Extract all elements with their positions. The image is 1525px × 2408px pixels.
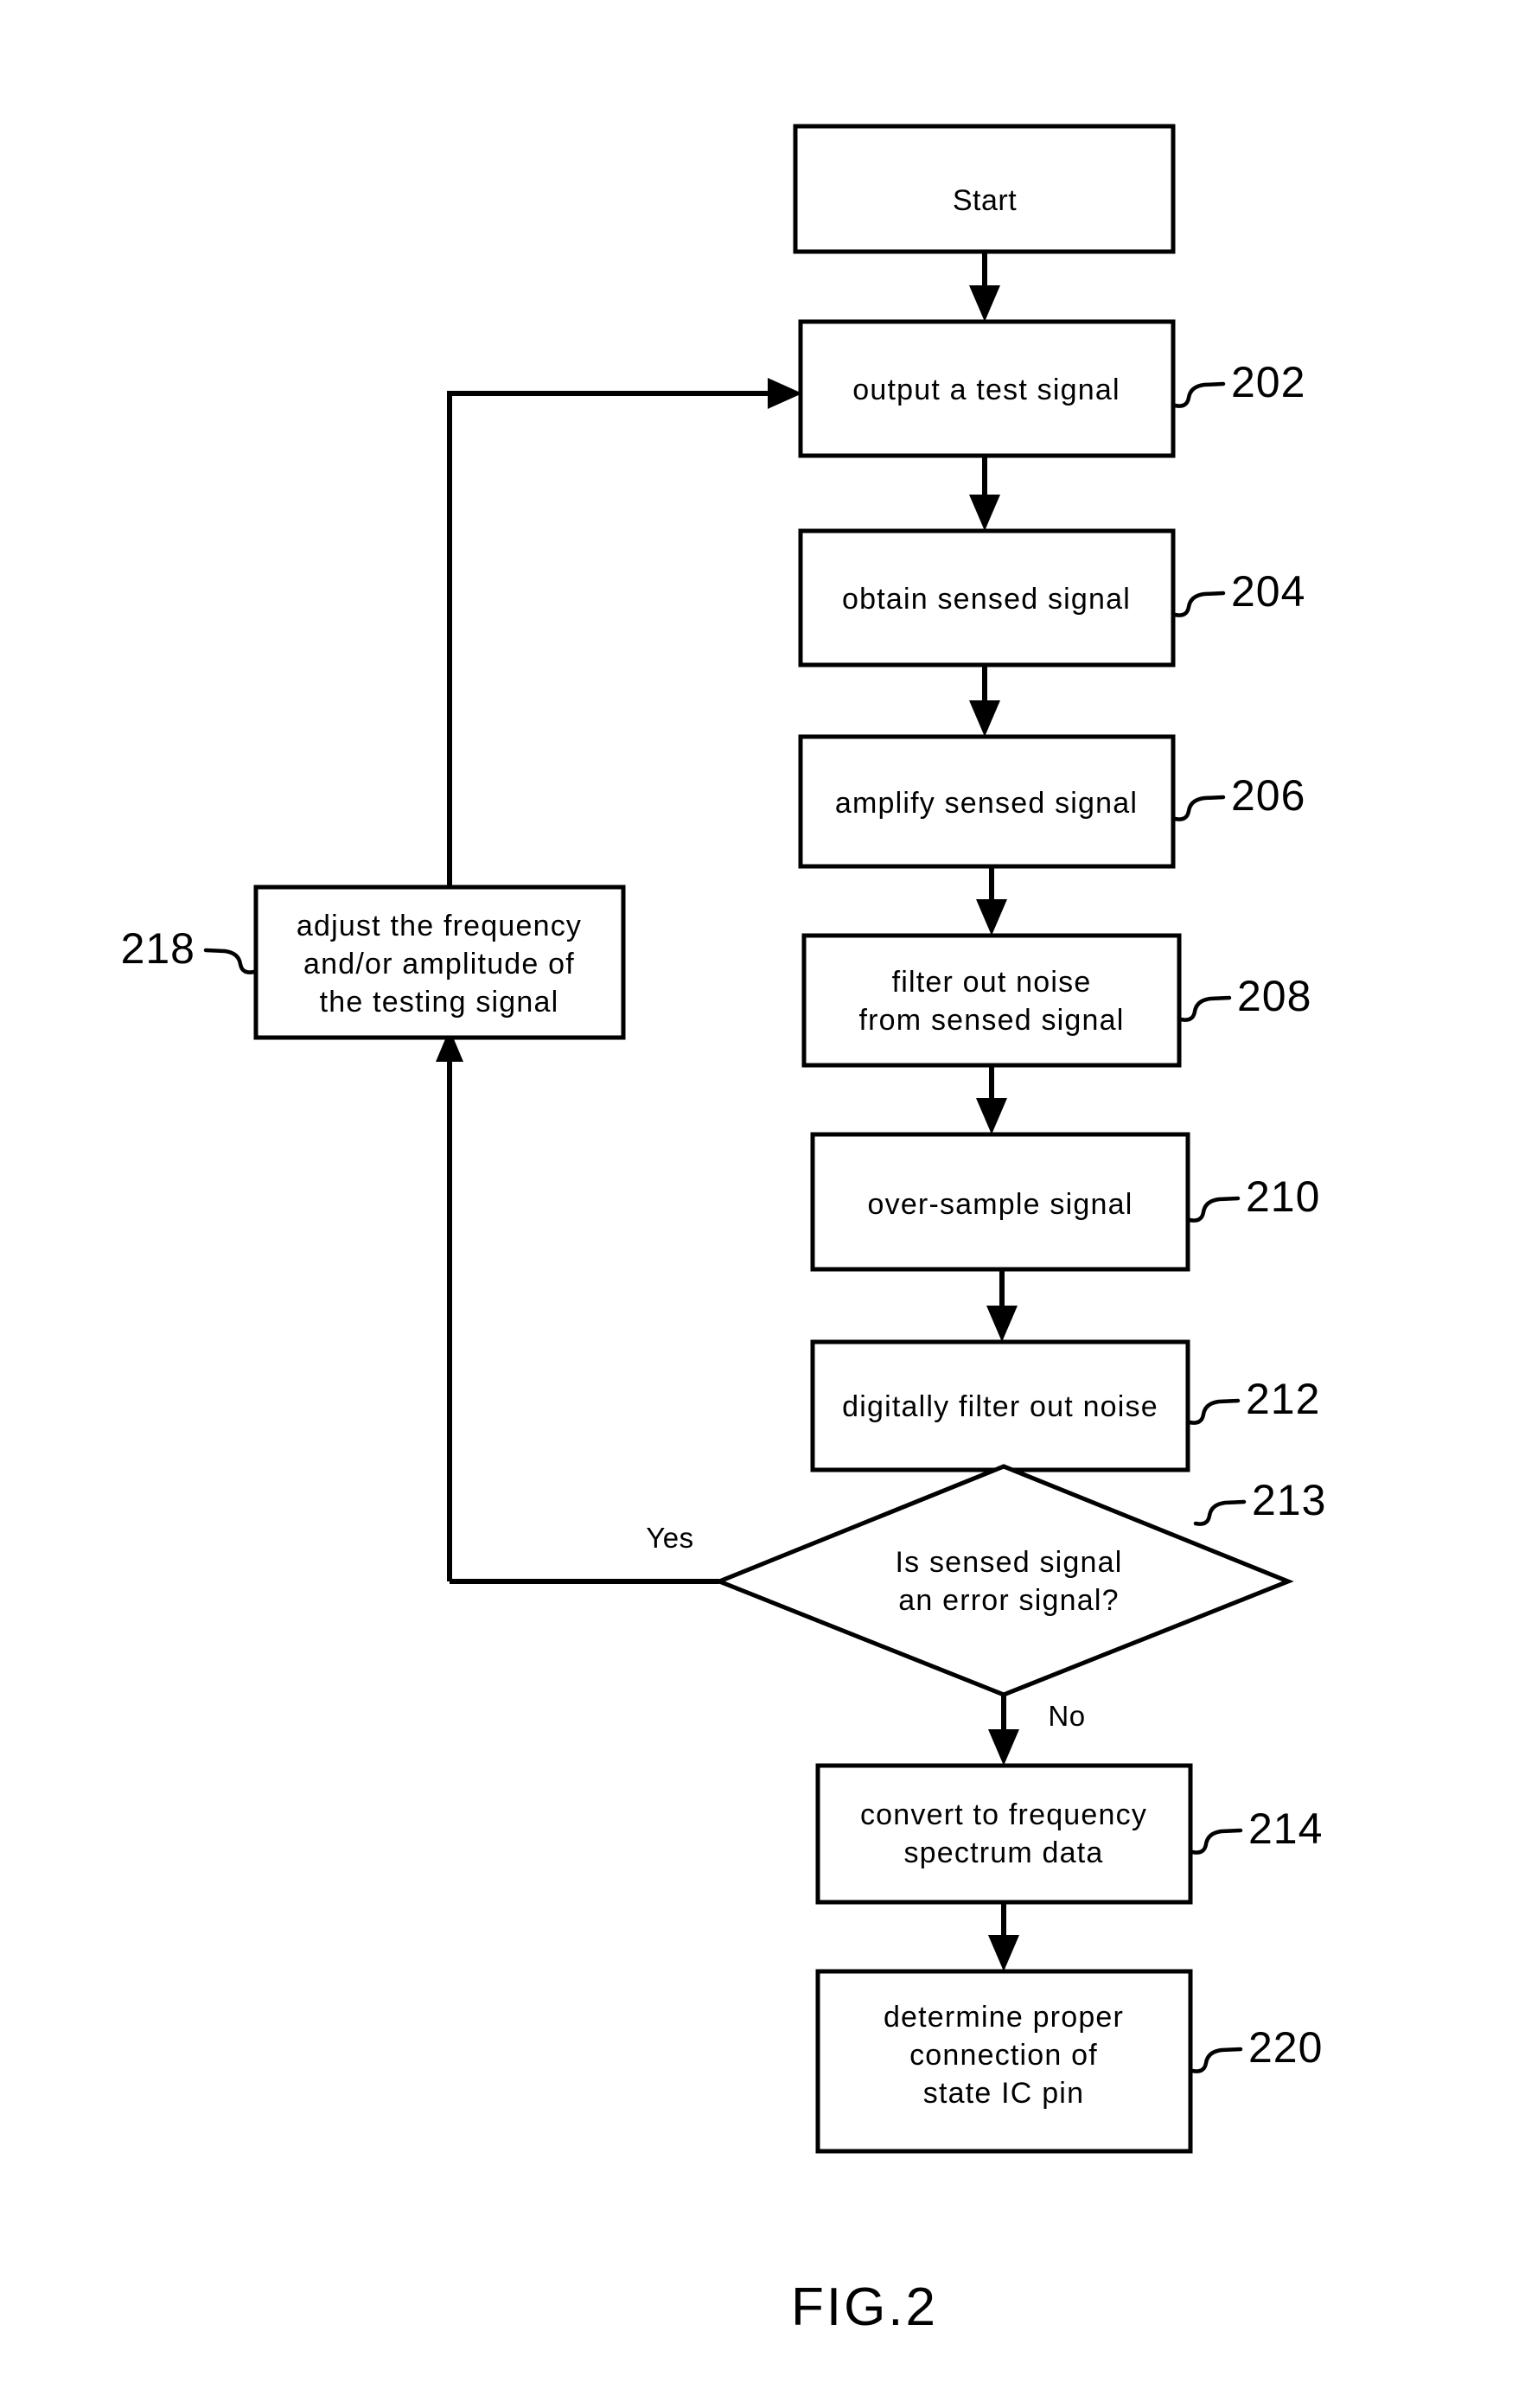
arrowhead-214 [988, 1729, 1019, 1766]
leader-218 [203, 948, 257, 974]
label-202: output a test signal [852, 374, 1120, 406]
arrowhead-220 [988, 1935, 1019, 1971]
label-210: over-sample signal [868, 1188, 1133, 1221]
ref-210: 210 [1246, 1172, 1320, 1221]
ref-212: 212 [1246, 1375, 1320, 1423]
arrowhead-210 [976, 1098, 1007, 1134]
figure-caption: FIG.2 [791, 2277, 938, 2337]
node-213-decision[interactable]: Is sensed signal an error signal? 213 Ye… [646, 1464, 1326, 1732]
leader-208 [1178, 995, 1232, 1022]
node-204[interactable]: obtain sensed signal 204 [798, 528, 1305, 667]
ref-206: 206 [1231, 771, 1305, 820]
ref-204: 204 [1231, 567, 1305, 616]
arrowhead-204 [969, 495, 1000, 531]
node-220[interactable]: determine proper connection of state IC … [815, 1969, 1323, 2154]
start-label: Start [953, 184, 1017, 217]
label-220-line1: determine proper [884, 2001, 1124, 2034]
node-202[interactable]: output a test signal 202 [798, 319, 1305, 458]
ref-213: 213 [1252, 1476, 1326, 1524]
label-208-line2: from sensed signal [859, 1004, 1125, 1037]
node-218[interactable]: adjust the frequency and/or amplitude of… [121, 885, 626, 1040]
leader-204 [1172, 591, 1226, 617]
ref-214: 214 [1248, 1804, 1323, 1853]
ref-208: 208 [1237, 972, 1311, 1020]
arrowhead-208 [976, 899, 1007, 936]
leader-206 [1172, 795, 1226, 821]
main-connectors [969, 252, 1019, 1971]
node-208[interactable]: filter out noise from sensed signal 208 [801, 933, 1311, 1068]
label-220-line3: state IC pin [923, 2077, 1084, 2110]
leader-213 [1193, 1499, 1247, 1526]
figure-container: Start output a test signal 202 obtain se… [0, 0, 1525, 2408]
arrow-into-202 [768, 378, 802, 409]
label-204: obtain sensed signal [842, 583, 1131, 616]
label-218-line1: adjust the frequency [297, 910, 582, 942]
node-start[interactable]: Start [793, 124, 1176, 254]
leader-220 [1190, 2047, 1243, 2073]
leader-210 [1187, 1196, 1241, 1223]
box-214[interactable] [815, 1763, 1193, 1905]
leader-212 [1187, 1398, 1241, 1425]
branch-label-yes: Yes [646, 1522, 693, 1554]
ref-218: 218 [121, 924, 195, 973]
label-206: amplify sensed signal [835, 787, 1138, 820]
node-206[interactable]: amplify sensed signal 206 [798, 734, 1305, 869]
label-214-line2: spectrum data [903, 1836, 1103, 1869]
node-210[interactable]: over-sample signal 210 [810, 1132, 1320, 1272]
box-208[interactable] [801, 933, 1182, 1068]
ref-202: 202 [1231, 358, 1305, 406]
label-213-line1: Is sensed signal [895, 1546, 1122, 1579]
node-214[interactable]: convert to frequency spectrum data 214 [815, 1763, 1323, 1905]
diamond-213[interactable] [713, 1464, 1294, 1697]
label-218-line3: the testing signal [320, 986, 559, 1019]
flowchart-svg: Start output a test signal 202 obtain se… [121, 124, 1326, 2337]
branch-label-no: No [1048, 1700, 1085, 1732]
leader-202 [1172, 381, 1226, 408]
leader-214 [1190, 1828, 1243, 1855]
ref-220: 220 [1248, 2023, 1323, 2072]
node-212[interactable]: digitally filter out noise 212 [810, 1339, 1320, 1472]
label-220-line2: connection of [909, 2039, 1098, 2072]
label-214-line1: convert to frequency [860, 1798, 1147, 1831]
arrowhead-206 [969, 700, 1000, 737]
label-212: digitally filter out noise [842, 1390, 1158, 1423]
label-213-line2: an error signal? [898, 1584, 1119, 1617]
arrowhead-212 [986, 1306, 1018, 1342]
label-208-line1: filter out noise [892, 966, 1092, 999]
label-218-line2: and/or amplitude of [303, 948, 575, 980]
arrowhead-202 [969, 285, 1000, 322]
